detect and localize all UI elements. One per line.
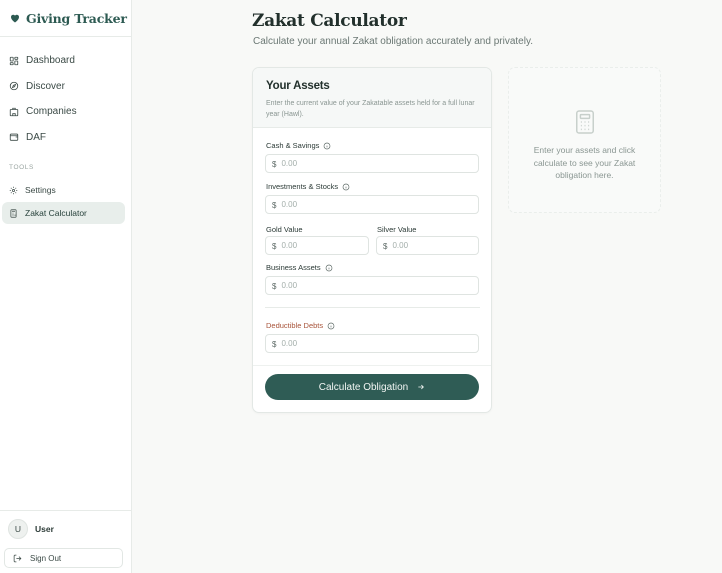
brand[interactable]: Giving Tracker: [0, 0, 131, 37]
wallet-icon: [9, 133, 19, 141]
page-subtitle: Calculate your annual Zakat obligation a…: [253, 36, 533, 47]
assets-card-header: Your Assets Enter the current value of y…: [253, 68, 491, 128]
business-input[interactable]: $ 0.00: [265, 276, 479, 295]
cash-label-text: Cash & Savings: [266, 141, 320, 150]
business-placeholder: 0.00: [281, 281, 298, 290]
info-icon[interactable]: [327, 322, 335, 330]
currency-symbol: $: [272, 282, 277, 291]
nav-label: Discover: [26, 80, 65, 92]
debts-placeholder: 0.00: [281, 339, 298, 348]
calculator-icon: [10, 208, 17, 218]
sign-out-button[interactable]: Sign Out: [4, 548, 123, 568]
avatar: U: [8, 519, 28, 539]
grid-icon: [9, 56, 19, 65]
info-icon[interactable]: [325, 264, 333, 272]
sidebar: Giving Tracker Dashboard Discover Compan…: [0, 0, 132, 573]
calculate-button-label: Calculate Obligation: [318, 381, 409, 393]
cash-input[interactable]: $ 0.00: [265, 154, 479, 173]
arrow-right-icon: [418, 384, 425, 390]
cash-placeholder: 0.00: [281, 159, 298, 168]
main-nav: Dashboard Discover Companies DAF: [0, 37, 131, 150]
gear-icon: [9, 186, 18, 194]
sign-out-label: Sign Out: [30, 553, 62, 563]
assets-title: Your Assets: [266, 80, 330, 92]
gold-label-text: Gold Value: [266, 225, 303, 234]
silver-label-text: Silver Value: [377, 225, 417, 234]
nav-item-dashboard[interactable]: Dashboard: [0, 48, 131, 74]
nav-item-daf[interactable]: DAF: [0, 125, 131, 151]
debts-label: Deductible Debts: [266, 321, 335, 330]
building-icon: [9, 107, 19, 116]
page-title: Zakat Calculator: [252, 11, 407, 31]
brand-name: Giving Tracker: [26, 10, 127, 26]
nav-label: Companies: [26, 106, 77, 118]
debts-input[interactable]: $ 0.00: [265, 334, 479, 353]
silver-label: Silver Value: [377, 225, 416, 234]
currency-symbol: $: [272, 340, 277, 349]
investments-placeholder: 0.00: [281, 200, 298, 209]
nav-item-discover[interactable]: Discover: [0, 74, 131, 100]
business-label: Business Assets: [266, 263, 333, 272]
calculator-icon: [575, 110, 594, 134]
currency-symbol: $: [272, 242, 277, 251]
silver-placeholder: 0.00: [392, 241, 409, 250]
nav-item-zakat-calculator[interactable]: Zakat Calculator: [2, 202, 125, 224]
currency-symbol: $: [272, 201, 277, 210]
assets-card: Your Assets Enter the current value of y…: [252, 67, 492, 413]
investments-label-text: Investments & Stocks: [266, 182, 339, 191]
gold-placeholder: 0.00: [281, 241, 298, 250]
investments-label: Investments & Stocks: [266, 182, 350, 191]
nav-label: Zakat Calculator: [25, 208, 87, 218]
info-icon[interactable]: [342, 183, 350, 191]
business-label-text: Business Assets: [266, 263, 321, 272]
card-footer-divider: [253, 365, 491, 366]
heart-icon: [11, 14, 19, 23]
currency-symbol: $: [272, 160, 277, 169]
nav-item-settings[interactable]: Settings: [2, 179, 125, 201]
investments-input[interactable]: $ 0.00: [265, 195, 479, 214]
nav-label: DAF: [26, 131, 46, 143]
currency-symbol: $: [383, 242, 388, 251]
divider: [265, 307, 480, 308]
nav-item-companies[interactable]: Companies: [0, 99, 131, 125]
user-profile[interactable]: U User: [0, 511, 132, 539]
calculate-obligation-button[interactable]: Calculate Obligation: [265, 374, 479, 400]
gold-label: Gold Value: [266, 225, 303, 234]
debts-label-text: Deductible Debts: [266, 321, 324, 330]
user-name: User: [35, 524, 54, 534]
compass-icon: [9, 82, 19, 91]
info-icon[interactable]: [323, 142, 331, 150]
nav-label: Settings: [25, 185, 56, 195]
result-placeholder-text: Enter your assets and click calculate to…: [533, 145, 636, 180]
gold-input[interactable]: $ 0.00: [265, 236, 369, 255]
sign-out-icon: [13, 554, 22, 562]
tools-heading: TOOLS: [9, 164, 34, 171]
result-panel: Enter your assets and click calculate to…: [508, 67, 661, 213]
assets-description: Enter the current value of your Zakatabl…: [266, 100, 475, 118]
cash-label: Cash & Savings: [266, 141, 331, 150]
silver-input[interactable]: $ 0.00: [376, 236, 479, 255]
sidebar-footer: U User Sign Out: [0, 510, 132, 573]
nav-label: Dashboard: [26, 55, 75, 67]
